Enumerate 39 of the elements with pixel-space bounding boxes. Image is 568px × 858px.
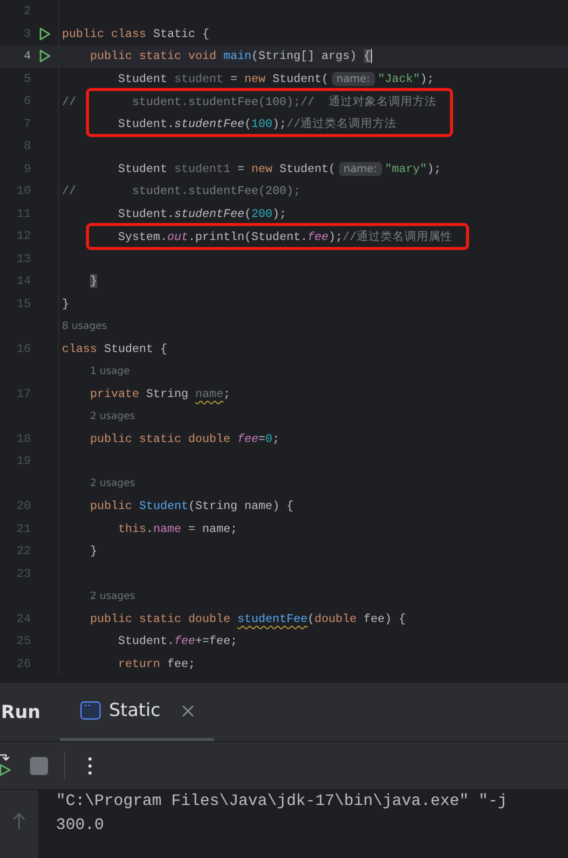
- run-icon[interactable]: [38, 49, 50, 64]
- code-line: Student student1 = new Student(: [118, 162, 336, 176]
- run-icon[interactable]: [38, 26, 50, 41]
- code-line: public static double studentFee(double fee) {: [90, 612, 406, 626]
- code-line: Student.studentFee(100);//通过类名调用方法: [118, 116, 396, 132]
- line-number: 4: [22, 49, 31, 64]
- code-line: // student.studentFee(100);// 通过对象名调用方法: [62, 94, 437, 109]
- code-line: Student student = new Student(: [118, 72, 329, 86]
- code-line: public class Static {: [62, 26, 210, 41]
- close-icon[interactable]: [182, 704, 194, 716]
- code-line: public Student(String name) {: [90, 499, 294, 514]
- code-line: Student.fee+=fee;: [118, 634, 238, 648]
- code-line: }: [90, 544, 98, 558]
- console-output: 300.0: [56, 816, 106, 834]
- code-line: private String name;: [90, 386, 230, 401]
- code-line: public static void main(String[] args) {: [90, 49, 372, 64]
- code-line: return fee;: [118, 656, 196, 671]
- console-output: "C:\Program Files\Java\jdk-17\bin\java.exe" "-j: [56, 792, 508, 810]
- usage-hint[interactable]: 8 usages: [62, 320, 107, 332]
- code-line: class Student {: [62, 342, 168, 356]
- panel-title: Run: [1, 702, 42, 722]
- console-icon: [80, 701, 101, 720]
- code-line: // student.studentFee(200);: [62, 184, 300, 198]
- code-line: "mary");: [384, 162, 441, 176]
- code-line: Student.studentFee(200);: [118, 206, 286, 221]
- usage-hint[interactable]: 2 usages: [90, 590, 135, 602]
- code-line: "Jack");: [378, 72, 434, 86]
- code-line: System.out.println(Student.fee);//通过类名调用属性: [118, 228, 453, 244]
- usage-hint[interactable]: 2 usages: [90, 478, 135, 490]
- code-line: public static double fee=0;: [90, 432, 280, 446]
- rerun-icon[interactable]: [0, 752, 12, 778]
- code-line: }: [62, 296, 70, 311]
- parameter-hint: name:: [338, 162, 382, 176]
- parameter-hint: name:: [332, 72, 375, 86]
- usage-hint[interactable]: 2 usages: [90, 410, 135, 422]
- more-icon[interactable]: [88, 756, 92, 774]
- usage-hint[interactable]: 1 usage: [90, 366, 130, 377]
- run-tab[interactable]: Static: [60, 683, 214, 741]
- code-line: this.name = name;: [118, 522, 238, 536]
